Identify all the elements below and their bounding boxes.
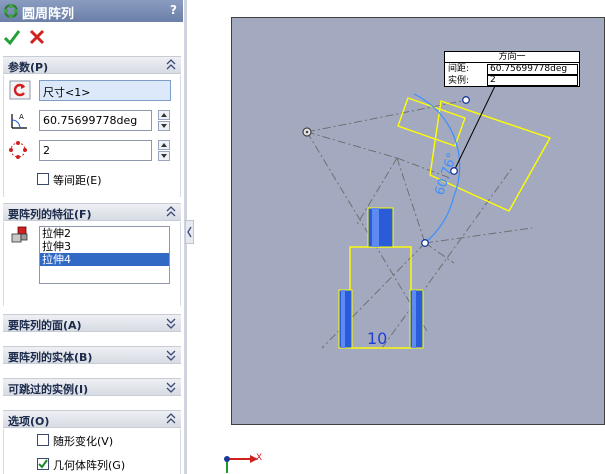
geometry-pattern-checkbox[interactable]	[37, 458, 49, 470]
check-icon	[3, 30, 21, 46]
section-options-body: 随形变化(V) 几何体阵列(G)	[3, 429, 181, 474]
section-label: 要阵列的面(A)	[8, 319, 82, 332]
help-button[interactable]: ?	[170, 3, 177, 17]
section-label: 要阵列的实体(B)	[8, 351, 93, 364]
callout-instances-label: 实例:	[448, 76, 470, 86]
equal-spacing-checkbox[interactable]	[37, 173, 49, 185]
ok-button[interactable]	[3, 27, 21, 47]
circular-pattern-icon	[3, 3, 19, 19]
chevron-down-icon	[166, 318, 176, 329]
callout-spacing-field[interactable]: 60.75699778deg	[487, 64, 578, 75]
chevron-left-icon	[184, 219, 195, 245]
callout-spacing-label: 间距:	[448, 64, 470, 74]
pattern-instance-preview[interactable]	[397, 97, 552, 212]
list-item[interactable]: 拉伸3	[40, 240, 169, 253]
direction-callout[interactable]: 方向一 间距: 60.75699778deg 实例: 2	[444, 51, 580, 87]
spin-up-icon[interactable]	[158, 140, 170, 150]
section-skip-header[interactable]: 可跳过的实例(I)	[3, 378, 181, 396]
pattern-axis-field[interactable]: 尺寸<1>	[39, 80, 171, 101]
collapse-panel-handle[interactable]	[184, 219, 195, 245]
dimension-text[interactable]: 10	[367, 329, 387, 348]
geometry-pattern-label: 几何体阵列(G)	[53, 459, 126, 472]
callout-instances-field[interactable]: 2	[487, 75, 578, 86]
section-bodies-header[interactable]: 要阵列的实体(B)	[3, 346, 181, 364]
section-faces-header[interactable]: 要阵列的面(A)	[3, 314, 181, 332]
list-item[interactable]: 拉伸4	[40, 253, 169, 266]
chevron-down-icon	[166, 350, 176, 361]
instances-field[interactable]: 2	[39, 140, 152, 161]
cancel-button[interactable]	[28, 27, 46, 47]
section-options-header[interactable]: 选项(O)	[3, 410, 181, 428]
close-icon	[29, 29, 45, 45]
instances-spinner[interactable]	[158, 140, 170, 161]
check-icon	[38, 459, 48, 469]
spin-down-icon[interactable]	[158, 151, 170, 161]
features-icon	[9, 225, 31, 245]
chevron-up-icon	[166, 413, 176, 424]
original-model[interactable]	[338, 207, 424, 349]
pattern-center-point[interactable]	[302, 127, 312, 137]
chevron-up-icon	[166, 59, 176, 70]
section-label: 可跳过的实例(I)	[8, 383, 89, 396]
section-parameters-body: 尺寸<1> A 60.75699778deg 2 等间距(E)	[3, 75, 181, 197]
section-parameters-header[interactable]: 参数(P)	[3, 56, 181, 74]
section-label: 要阵列的特征(F)	[8, 208, 92, 221]
vary-sketch-checkbox[interactable]	[37, 434, 49, 446]
coordinate-triad: X	[218, 446, 266, 474]
chevron-down-icon	[166, 382, 176, 393]
callout-leader	[453, 85, 496, 172]
section-features-body: 拉伸2 拉伸3 拉伸4	[3, 222, 181, 306]
property-manager: 圆周阵列 ? 参数(P) 尺寸<1> A 60.75699778deg 2 等间…	[0, 0, 183, 474]
graphics-viewport[interactable]: 60.76° 10 方向一 间距: 60.75699778deg 实例: 2	[231, 17, 605, 425]
x-axis-label: X	[256, 453, 262, 463]
list-item[interactable]: 拉伸2	[40, 227, 169, 240]
svg-text:A: A	[19, 113, 24, 121]
angle-spinner[interactable]	[158, 110, 170, 131]
features-list[interactable]: 拉伸2 拉伸3 拉伸4	[39, 226, 170, 284]
spin-up-icon[interactable]	[158, 110, 170, 120]
vary-sketch-label: 随形变化(V)	[53, 435, 114, 448]
angle-icon: A	[9, 110, 31, 130]
section-features-header[interactable]: 要阵列的特征(F)	[3, 203, 181, 221]
section-label: 选项(O)	[8, 415, 50, 428]
equal-spacing-label: 等间距(E)	[53, 174, 102, 187]
section-label: 参数(P)	[8, 61, 49, 74]
spin-down-icon[interactable]	[158, 121, 170, 131]
page-title: 圆周阵列	[22, 7, 75, 22]
angle-arc-lower	[424, 195, 455, 244]
instances-icon	[9, 140, 31, 160]
angle-field[interactable]: 60.75699778deg	[39, 110, 152, 131]
chevron-up-icon	[166, 206, 176, 217]
title-bar: 圆周阵列 ?	[0, 0, 183, 22]
ok-cancel-row	[0, 24, 183, 52]
origin-icon	[224, 456, 230, 462]
reverse-direction-icon[interactable]	[9, 80, 31, 100]
callout-title: 方向一	[445, 52, 579, 63]
